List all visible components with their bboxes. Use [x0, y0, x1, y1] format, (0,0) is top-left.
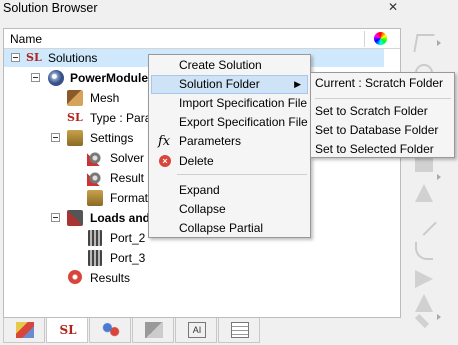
mesh-tab-icon [145, 322, 163, 338]
menu-label: Solution Folder [179, 77, 260, 91]
ai-icon: AI [188, 322, 206, 338]
submenu-database-folder[interactable]: Set to Database Folder [313, 121, 452, 140]
tree-row-port-2[interactable]: Port_2 [4, 229, 154, 247]
menu-expand[interactable]: Expand [151, 181, 308, 200]
dropdown-arrow-icon[interactable] [437, 314, 441, 320]
result-settings-icon [87, 170, 103, 186]
menu-export-spec[interactable]: Export Specification File [151, 113, 308, 132]
results-icon [68, 270, 82, 284]
menu-label: Parameters [179, 134, 242, 148]
menu-collapse-partial[interactable]: Collapse Partial [151, 219, 308, 238]
tree-row-results[interactable]: Results [4, 269, 154, 287]
tab-documents[interactable] [218, 318, 260, 343]
submenu-separator [315, 98, 451, 99]
delete-icon: × [159, 155, 171, 167]
menu-label: Collapse [179, 202, 226, 216]
tree-row-solver[interactable]: Solver S [4, 149, 155, 167]
curve-icon[interactable] [415, 242, 433, 260]
cone-icon[interactable] [415, 184, 433, 202]
function-icon: fx [158, 134, 171, 149]
parts-icon [102, 322, 120, 338]
tree-label: Solutions [48, 51, 98, 65]
menu-solution-folder[interactable]: Solution Folder ▶ [151, 75, 308, 94]
dropdown-arrow-icon[interactable] [437, 174, 441, 180]
tree-label: Results [90, 271, 131, 285]
solution-type-icon: SL [67, 111, 83, 124]
tree-label: Port_3 [110, 251, 146, 265]
tree-row-port-3[interactable]: Port_3 [4, 249, 154, 267]
tab-parts[interactable] [89, 318, 131, 343]
tab-ai[interactable]: AI [175, 318, 217, 343]
menu-separator [177, 174, 307, 175]
solution-tab-icon: SL [59, 323, 77, 337]
tab-solution[interactable]: SL [46, 318, 88, 343]
menu-label: Export Specification File [179, 115, 308, 129]
format-icon [87, 190, 103, 206]
solution-folder-submenu: Current : Scratch Folder Set to Scratch … [310, 72, 455, 158]
port-icon [88, 230, 102, 246]
tree-row-type[interactable]: SL Type : Paras [4, 109, 157, 127]
line-icon[interactable] [411, 210, 437, 236]
collapse-toggle[interactable] [31, 73, 40, 82]
name-column-header[interactable]: Name [10, 32, 42, 46]
menu-collapse[interactable]: Collapse [151, 200, 308, 219]
settings-folder-icon [67, 130, 83, 146]
model-cube-icon [16, 322, 34, 338]
model-icon [48, 70, 64, 86]
submenu-scratch-folder[interactable]: Set to Scratch Folder [313, 102, 452, 121]
window-title: Solution Browser [3, 1, 98, 15]
wedge-icon[interactable] [415, 294, 433, 312]
plane-icon[interactable] [415, 270, 433, 288]
tree-label: Loads and [90, 211, 151, 225]
menu-import-spec[interactable]: Import Specification File [151, 94, 308, 113]
header-divider [364, 31, 365, 47]
tree-row-powermodule[interactable]: PowerModule [4, 69, 154, 87]
menu-label: Collapse Partial [179, 221, 264, 235]
tree-label: PowerModule [70, 71, 149, 85]
solver-settings-icon [87, 150, 103, 166]
close-icon[interactable]: ✕ [388, 0, 398, 14]
tree-label: Port_2 [110, 231, 146, 245]
browser-tab-bar: SL AI [3, 318, 401, 345]
menu-label: Expand [179, 183, 220, 197]
color-wheel-icon[interactable] [374, 32, 387, 45]
collapse-toggle[interactable] [51, 213, 60, 222]
tree-row-mesh[interactable]: Mesh [4, 89, 154, 107]
arrow-icon[interactable] [414, 313, 430, 329]
collapse-toggle[interactable] [11, 53, 20, 62]
select-arrow-icon[interactable] [413, 34, 435, 52]
tree-label: Settings [90, 131, 134, 145]
menu-label: Create Solution [179, 58, 262, 72]
menu-create-solution[interactable]: Create Solution [151, 56, 308, 75]
tree-row-settings[interactable]: Settings [4, 129, 154, 147]
tree-row-result[interactable]: Result F [4, 169, 155, 187]
dropdown-arrow-icon[interactable] [437, 40, 441, 46]
tree-header: Name [4, 29, 400, 49]
tree-label: Mesh [90, 91, 120, 105]
menu-delete[interactable]: × Delete [151, 152, 308, 171]
submenu-selected-folder[interactable]: Set to Selected Folder [313, 140, 452, 159]
tab-model[interactable] [3, 318, 45, 343]
menu-label: Delete [179, 154, 214, 168]
submenu-arrow-icon: ▶ [294, 79, 301, 89]
submenu-current-folder: Current : Scratch Folder [315, 76, 444, 90]
tree-row-loads[interactable]: Loads and [4, 209, 154, 227]
menu-parameters[interactable]: fx Parameters [151, 132, 308, 151]
mesh-icon [67, 90, 83, 106]
document-icon [231, 322, 249, 338]
collapse-toggle[interactable] [51, 133, 60, 142]
port-icon [88, 250, 102, 266]
context-menu: Create Solution Solution Folder ▶ Import… [148, 54, 311, 238]
tab-mesh[interactable] [132, 318, 174, 343]
menu-label: Import Specification File [179, 96, 308, 110]
tree-row-format[interactable]: Format a [4, 189, 158, 207]
solution-icon: SL [26, 51, 42, 64]
loads-icon [67, 210, 83, 226]
